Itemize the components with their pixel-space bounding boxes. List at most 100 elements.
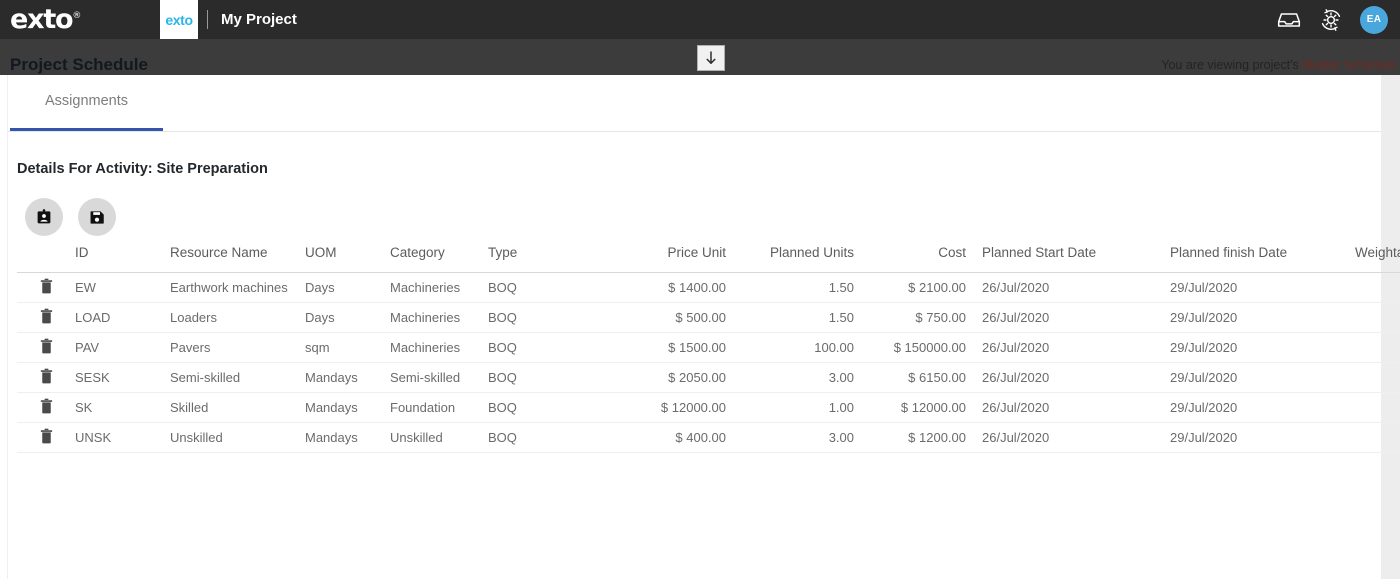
- cell-planned-finish-date[interactable]: 29/Jul/2020: [1164, 392, 1349, 423]
- col-header-type[interactable]: Type: [488, 245, 578, 273]
- inbox-tray-icon[interactable]: [1276, 7, 1302, 33]
- cell-resource-name[interactable]: Unskilled: [170, 422, 305, 453]
- cell-weightage[interactable]: [1349, 362, 1400, 393]
- col-header-price-unit[interactable]: Price Unit: [578, 245, 738, 273]
- cell-price-unit[interactable]: $ 12000.00: [578, 392, 738, 423]
- table-row[interactable]: SK Skilled Mandays Foundation BOQ $ 12000.00 1…: [17, 392, 1400, 423]
- col-header-id[interactable]: ID: [75, 245, 170, 273]
- cell-category[interactable]: Foundation: [390, 392, 488, 423]
- col-header-uom[interactable]: UOM: [305, 245, 390, 273]
- cell-cost[interactable]: $ 750.00: [866, 302, 974, 333]
- cell-planned-units[interactable]: 3.00: [738, 362, 866, 393]
- cell-planned-units[interactable]: 3.00: [738, 422, 866, 453]
- cell-price-unit[interactable]: $ 1500.00: [578, 332, 738, 363]
- cell-type[interactable]: BOQ: [488, 392, 578, 423]
- cell-uom[interactable]: Days: [305, 302, 390, 333]
- cell-type[interactable]: BOQ: [488, 422, 578, 453]
- cell-price-unit[interactable]: $ 1400.00: [578, 272, 738, 303]
- user-avatar[interactable]: EA: [1360, 5, 1388, 34]
- table-row[interactable]: EW Earthwork machines Days Machineries BOQ $ …: [17, 272, 1400, 303]
- assign-resource-button[interactable]: [25, 198, 63, 236]
- col-header-planned-finish-date[interactable]: Planned finish Date: [1164, 245, 1349, 273]
- cell-id[interactable]: SESK: [75, 362, 170, 393]
- cell-planned-finish-date[interactable]: 29/Jul/2020: [1164, 422, 1349, 453]
- col-header-planned-start-date[interactable]: Planned Start Date: [974, 245, 1164, 273]
- cell-cost[interactable]: $ 1200.00: [866, 422, 974, 453]
- save-button[interactable]: [78, 198, 116, 236]
- cell-type[interactable]: BOQ: [488, 362, 578, 393]
- cell-price-unit[interactable]: $ 2050.00: [578, 362, 738, 393]
- cell-cost[interactable]: $ 150000.00: [866, 332, 974, 363]
- cell-uom[interactable]: Days: [305, 272, 390, 303]
- master-schedule-link[interactable]: Master Schedule: [1302, 58, 1396, 72]
- cell-planned-units[interactable]: 1.50: [738, 272, 866, 303]
- cell-resource-name[interactable]: Pavers: [170, 332, 305, 363]
- col-header-planned-units[interactable]: Planned Units: [738, 245, 866, 273]
- exto-logo[interactable]: exto®: [10, 6, 81, 33]
- cell-planned-finish-date[interactable]: 29/Jul/2020: [1164, 332, 1349, 363]
- cell-planned-units[interactable]: 100.00: [738, 332, 866, 363]
- cell-resource-name[interactable]: Skilled: [170, 392, 305, 423]
- col-header-resource-name[interactable]: Resource Name: [170, 245, 305, 273]
- cell-id[interactable]: PAV: [75, 332, 170, 363]
- gear-refresh-icon[interactable]: [1318, 7, 1344, 33]
- cell-planned-start-date[interactable]: 26/Jul/2020: [974, 422, 1164, 453]
- cell-planned-units[interactable]: 1.00: [738, 392, 866, 423]
- delete-row-button[interactable]: [17, 272, 75, 303]
- collapse-panel-button[interactable]: [697, 45, 725, 71]
- cell-type[interactable]: BOQ: [488, 332, 578, 363]
- cell-uom[interactable]: Mandays: [305, 362, 390, 393]
- col-header-category[interactable]: Category: [390, 245, 488, 273]
- cell-uom[interactable]: Mandays: [305, 392, 390, 423]
- cell-planned-start-date[interactable]: 26/Jul/2020: [974, 302, 1164, 333]
- cell-planned-finish-date[interactable]: 29/Jul/2020: [1164, 302, 1349, 333]
- cell-id[interactable]: EW: [75, 272, 170, 303]
- cell-id[interactable]: LOAD: [75, 302, 170, 333]
- delete-row-button[interactable]: [17, 332, 75, 363]
- cell-planned-start-date[interactable]: 26/Jul/2020: [974, 332, 1164, 363]
- table-row[interactable]: LOAD Loaders Days Machineries BOQ $ 500.00 1.5…: [17, 302, 1400, 333]
- delete-row-button[interactable]: [17, 392, 75, 423]
- cell-category[interactable]: Machineries: [390, 302, 488, 333]
- cell-resource-name[interactable]: Semi-skilled: [170, 362, 305, 393]
- cell-weightage[interactable]: [1349, 302, 1400, 333]
- cell-planned-finish-date[interactable]: 29/Jul/2020: [1164, 362, 1349, 393]
- cell-resource-name[interactable]: Loaders: [170, 302, 305, 333]
- cell-price-unit[interactable]: $ 400.00: [578, 422, 738, 453]
- cell-type[interactable]: BOQ: [488, 272, 578, 303]
- cell-category[interactable]: Machineries: [390, 332, 488, 363]
- cell-planned-units[interactable]: 1.50: [738, 302, 866, 333]
- delete-row-button[interactable]: [17, 362, 75, 393]
- tab-assignments[interactable]: Assignments: [10, 93, 163, 109]
- cell-cost[interactable]: $ 12000.00: [866, 392, 974, 423]
- table-row[interactable]: UNSK Unskilled Mandays Unskilled BOQ $ 400.00…: [17, 422, 1400, 453]
- cell-planned-start-date[interactable]: 26/Jul/2020: [974, 392, 1164, 423]
- cell-type[interactable]: BOQ: [488, 302, 578, 333]
- col-header-cost[interactable]: Cost: [866, 245, 974, 273]
- cell-uom[interactable]: Mandays: [305, 422, 390, 453]
- cell-id[interactable]: UNSK: [75, 422, 170, 453]
- cell-category[interactable]: Semi-skilled: [390, 362, 488, 393]
- cell-uom[interactable]: sqm: [305, 332, 390, 363]
- cell-resource-name[interactable]: Earthwork machines: [170, 272, 305, 303]
- table-row[interactable]: SESK Semi-skilled Mandays Semi-skilled BOQ $ …: [17, 362, 1400, 393]
- delete-row-button[interactable]: [17, 422, 75, 453]
- cell-weightage[interactable]: [1349, 272, 1400, 303]
- cell-category[interactable]: Machineries: [390, 272, 488, 303]
- cell-cost[interactable]: $ 6150.00: [866, 362, 974, 393]
- cell-id[interactable]: SK: [75, 392, 170, 423]
- activity-details-title: Details For Activity: Site Preparation: [17, 161, 268, 177]
- project-badge[interactable]: exto: [160, 0, 198, 39]
- col-header-weightage[interactable]: Weighta: [1349, 245, 1400, 273]
- cell-weightage[interactable]: [1349, 392, 1400, 423]
- cell-planned-start-date[interactable]: 26/Jul/2020: [974, 362, 1164, 393]
- cell-cost[interactable]: $ 2100.00: [866, 272, 974, 303]
- cell-planned-start-date[interactable]: 26/Jul/2020: [974, 272, 1164, 303]
- cell-category[interactable]: Unskilled: [390, 422, 488, 453]
- cell-planned-finish-date[interactable]: 29/Jul/2020: [1164, 272, 1349, 303]
- table-row[interactable]: PAV Pavers sqm Machineries BOQ $ 1500.00 100.0…: [17, 332, 1400, 363]
- cell-weightage[interactable]: [1349, 422, 1400, 453]
- delete-row-button[interactable]: [17, 302, 75, 333]
- cell-weightage[interactable]: [1349, 332, 1400, 363]
- cell-price-unit[interactable]: $ 500.00: [578, 302, 738, 333]
